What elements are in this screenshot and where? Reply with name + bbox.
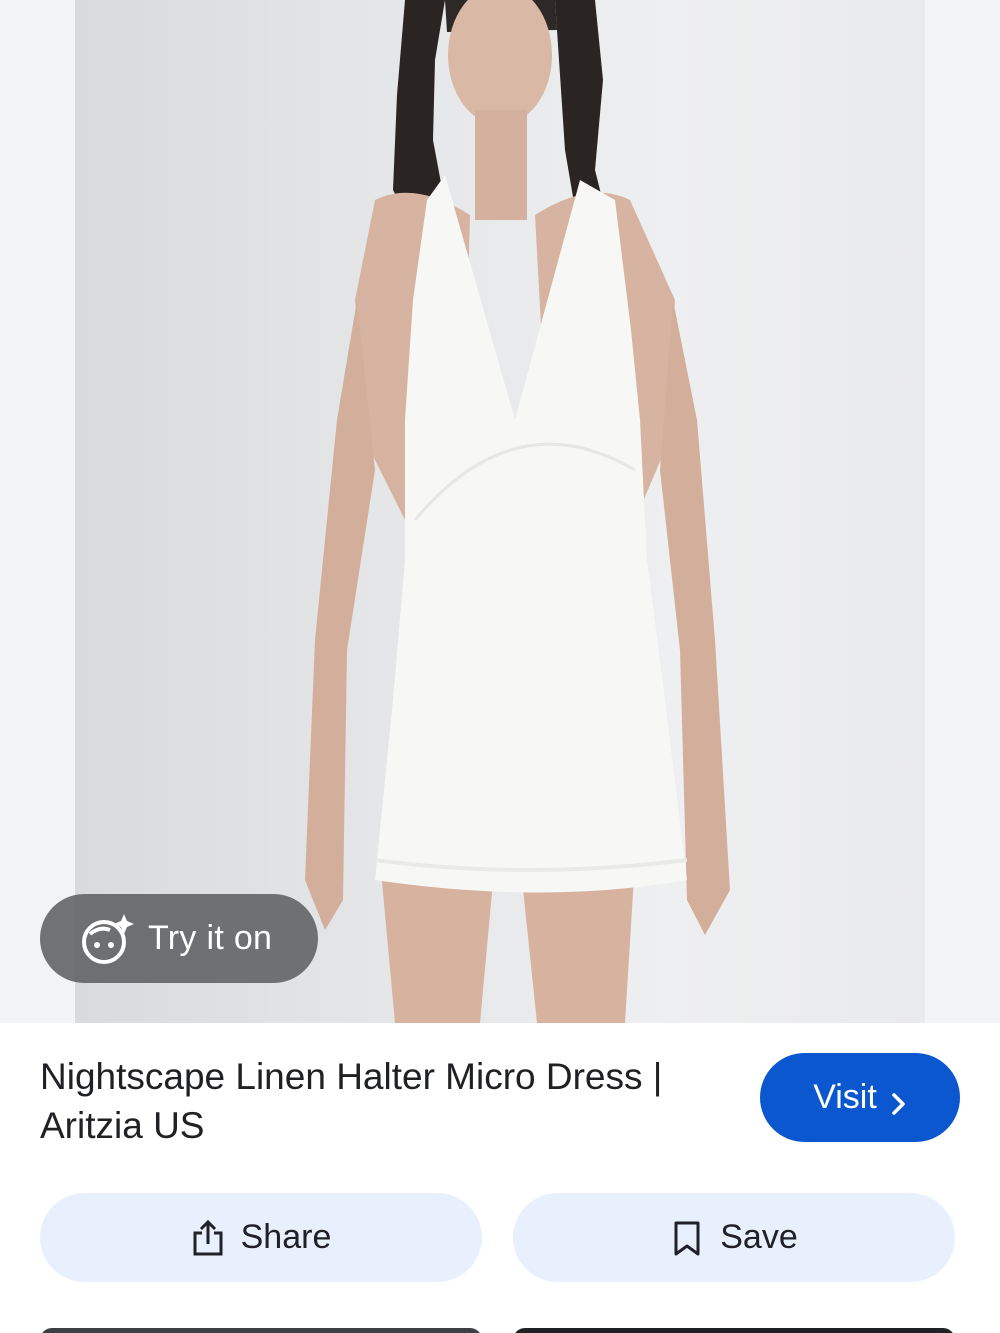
visit-button[interactable]: Visit — [760, 1053, 960, 1142]
share-label: Share — [240, 1218, 332, 1256]
chevron-right-icon — [891, 1086, 907, 1115]
try-it-on-label: Try it on — [148, 919, 273, 957]
product-title[interactable]: Nightscape Linen Halter Micro Dress | Ar… — [40, 1052, 740, 1150]
dress-illustration — [305, 0, 730, 1023]
visit-label: Visit — [813, 1078, 877, 1116]
face-sparkle-icon — [80, 912, 134, 966]
related-card-left[interactable] — [40, 1328, 482, 1333]
product-image-area: Try it on — [0, 0, 1000, 1023]
try-it-on-button[interactable]: Try it on — [40, 894, 318, 983]
share-icon — [191, 1219, 225, 1257]
bookmark-icon — [670, 1219, 704, 1257]
product-photo[interactable] — [75, 0, 925, 1023]
share-button[interactable]: Share — [40, 1193, 482, 1282]
save-label: Save — [720, 1218, 798, 1256]
related-card-right[interactable] — [513, 1328, 955, 1333]
product-viewer: Try it on Nightscape Linen Halter Micro … — [0, 0, 1000, 1333]
save-button[interactable]: Save — [513, 1193, 955, 1282]
